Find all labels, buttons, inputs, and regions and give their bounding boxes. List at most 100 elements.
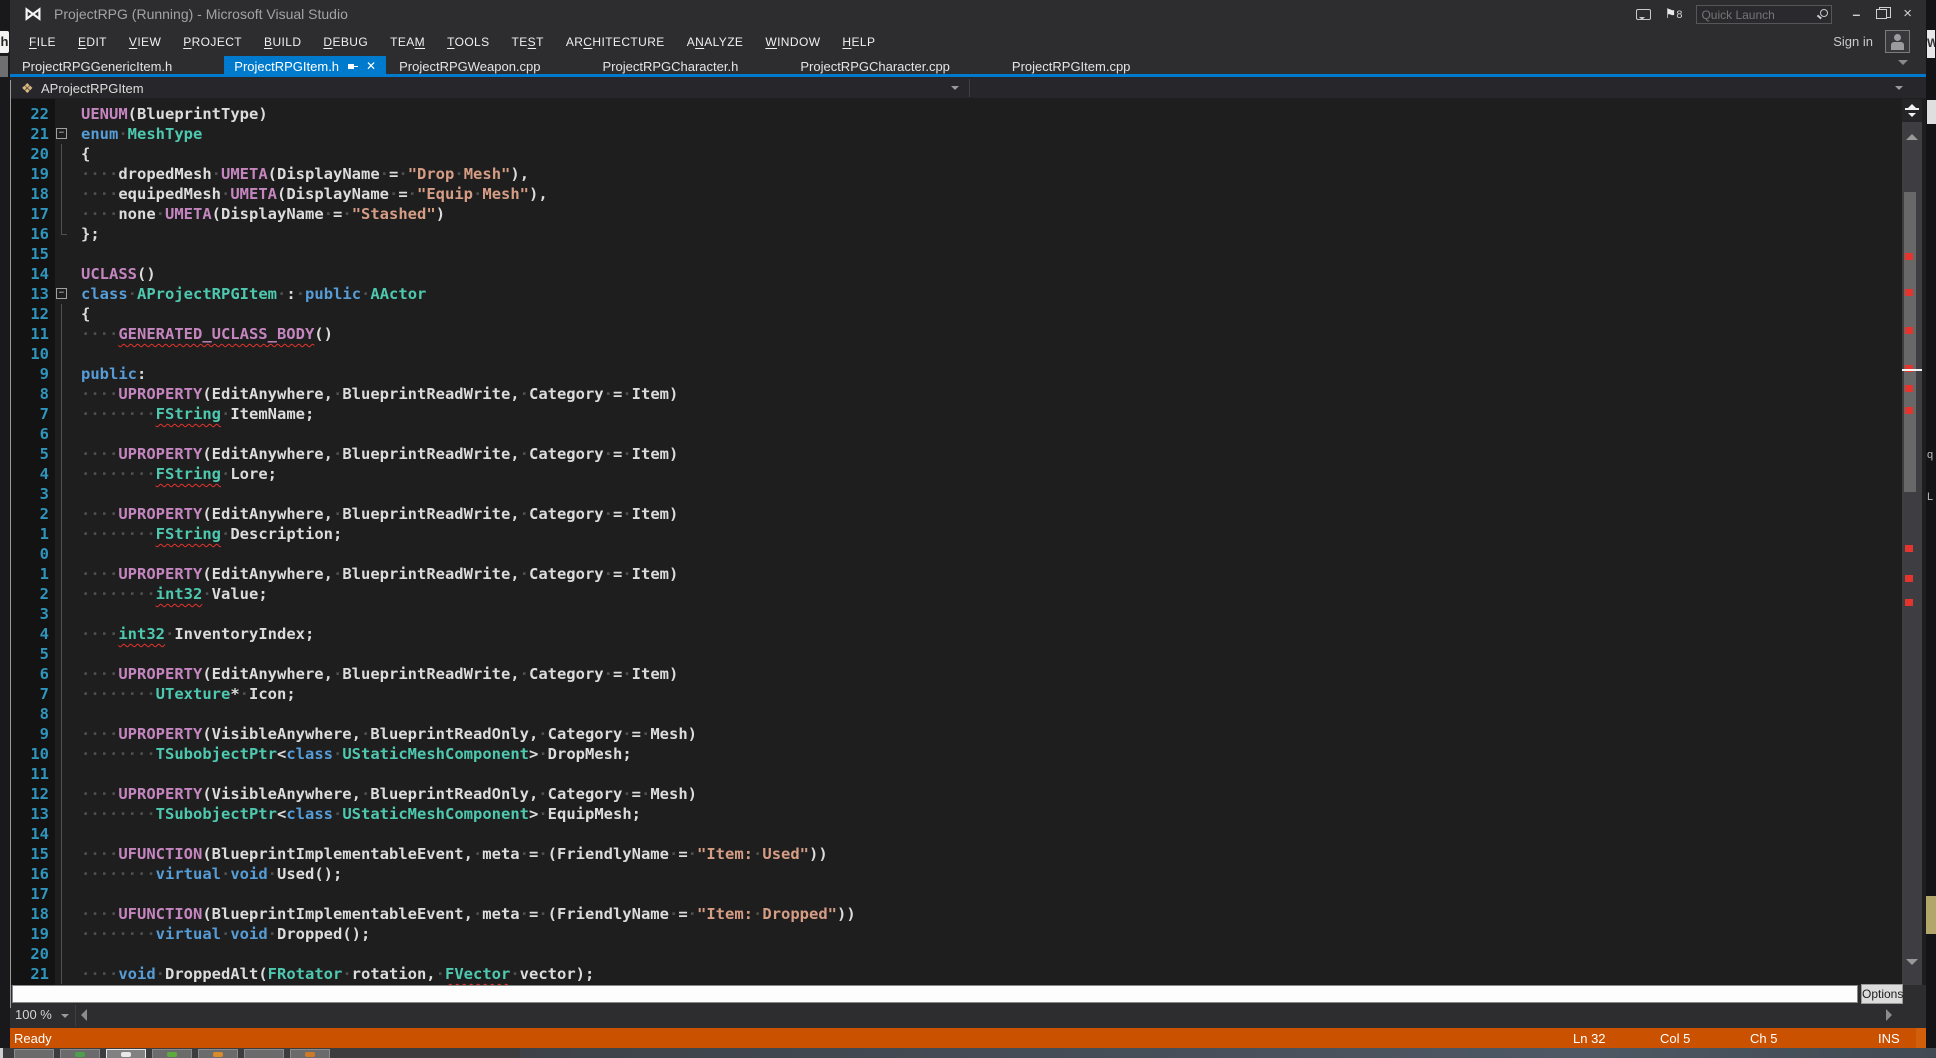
- menu-edit[interactable]: EDIT: [67, 28, 118, 56]
- code-line[interactable]: 17····none·UMETA(DisplayName·=·"Stashed"…: [11, 204, 1926, 224]
- menu-window[interactable]: WINDOW: [754, 28, 831, 56]
- code-line[interactable]: 18····UFUNCTION(BlueprintImplementableEv…: [11, 904, 1926, 924]
- restore-button[interactable]: [1876, 9, 1887, 19]
- menu-view[interactable]: VIEW: [118, 28, 172, 56]
- menu-test[interactable]: TEST: [501, 28, 555, 56]
- feedback-icon[interactable]: [1636, 9, 1651, 20]
- scroll-down-arrow-icon[interactable]: [1906, 959, 1918, 971]
- class-dropdown-chevron-icon[interactable]: [951, 86, 959, 94]
- code-line[interactable]: 13−class·AProjectRPGItem·:·public·AActor: [11, 284, 1926, 304]
- code-line[interactable]: 11: [11, 764, 1926, 784]
- code-line[interactable]: 19····dropedMesh·UMETA(DisplayName·=·"Dr…: [11, 164, 1926, 184]
- close-button[interactable]: ×: [1903, 7, 1912, 21]
- user-avatar[interactable]: [1885, 30, 1910, 53]
- code-line[interactable]: 3: [11, 484, 1926, 504]
- menu-tools[interactable]: TOOLS: [436, 28, 500, 56]
- code-line[interactable]: 16};: [11, 224, 1926, 244]
- code-line[interactable]: 20{: [11, 144, 1926, 164]
- code-line[interactable]: 5····UPROPERTY(EditAnywhere,·BlueprintRe…: [11, 444, 1926, 464]
- tab-projectrpgweapon-cpp[interactable]: ProjectRPGWeapon.cpp: [389, 56, 550, 76]
- code-line[interactable]: 19········virtual·void·Dropped();: [11, 924, 1926, 944]
- code-line[interactable]: 2········int32·Value;: [11, 584, 1926, 604]
- taskbar-app-icon[interactable]: [106, 1049, 146, 1058]
- code-line[interactable]: 14UCLASS(): [11, 264, 1926, 284]
- tab-overflow-chevron-icon[interactable]: [1898, 60, 1908, 70]
- code-editor[interactable]: 22UENUM(BlueprintType)21−enum·MeshType20…: [11, 99, 1926, 985]
- scrollbar-thumb[interactable]: [1904, 192, 1916, 492]
- taskbar-app-icon[interactable]: [244, 1049, 284, 1058]
- vertical-scrollbar[interactable]: [1902, 96, 1922, 985]
- code-line[interactable]: 11····GENERATED_UCLASS_BODY(): [11, 324, 1926, 344]
- quick-launch-input[interactable]: [1697, 6, 1809, 23]
- editor-zoom-control[interactable]: 100 %: [15, 1007, 52, 1022]
- tab-projectrpgcharacter-h[interactable]: ProjectRPGCharacter.h: [593, 56, 749, 76]
- scroll-right-arrow-icon[interactable]: [1886, 1009, 1892, 1021]
- code-line[interactable]: 2····UPROPERTY(EditAnywhere,·BlueprintRe…: [11, 504, 1926, 524]
- code-line[interactable]: 4····int32·InventoryIndex;: [11, 624, 1926, 644]
- pin-icon[interactable]: [347, 61, 358, 72]
- tab-projectrpgitem-h[interactable]: ProjectRPGItem.h✕: [224, 56, 386, 76]
- class-dropdown[interactable]: AProjectRPGItem: [41, 81, 144, 96]
- code-line[interactable]: 12{: [11, 304, 1926, 324]
- menu-help[interactable]: HELP: [831, 28, 886, 56]
- code-line[interactable]: 15····UFUNCTION(BlueprintImplementableEv…: [11, 844, 1926, 864]
- code-line[interactable]: 20: [11, 944, 1926, 964]
- code-line[interactable]: 10: [11, 344, 1926, 364]
- tab-projectrpgcharacter-cpp[interactable]: ProjectRPGCharacter.cpp: [790, 56, 960, 76]
- tab-projectrpggenericitem-h[interactable]: ProjectRPGGenericItem.h: [12, 56, 182, 76]
- code-line[interactable]: 8····UPROPERTY(EditAnywhere,·BlueprintRe…: [11, 384, 1926, 404]
- code-line[interactable]: 1········FString·Description;: [11, 524, 1926, 544]
- menu-team[interactable]: TEAM: [379, 28, 436, 56]
- menu-architecture[interactable]: ARCHITECTURE: [555, 28, 676, 56]
- code-line[interactable]: 21−enum·MeshType: [11, 124, 1926, 144]
- find-input[interactable]: [13, 987, 1857, 1003]
- menu-build[interactable]: BUILD: [253, 28, 312, 56]
- scroll-up-arrow-icon[interactable]: [1906, 128, 1918, 140]
- code-line[interactable]: 7········UTexture*·Icon;: [11, 684, 1926, 704]
- code-line[interactable]: 0: [11, 544, 1926, 564]
- code-line[interactable]: 7········FString·ItemName;: [11, 404, 1926, 424]
- menu-analyze[interactable]: ANALYZE: [676, 28, 755, 56]
- code-line[interactable]: 22UENUM(BlueprintType): [11, 104, 1926, 124]
- taskbar-app-icon[interactable]: [290, 1049, 330, 1058]
- code-line[interactable]: 9····UPROPERTY(VisibleAnywhere,·Blueprin…: [11, 724, 1926, 744]
- code-line[interactable]: 3: [11, 604, 1926, 624]
- code-line[interactable]: 18····equipedMesh·UMETA(DisplayName·=·"E…: [11, 184, 1926, 204]
- code-line[interactable]: 5: [11, 644, 1926, 664]
- code-line[interactable]: 14: [11, 824, 1926, 844]
- code-line[interactable]: 6: [11, 424, 1926, 444]
- code-line[interactable]: 6····UPROPERTY(EditAnywhere,·BlueprintRe…: [11, 664, 1926, 684]
- code-line[interactable]: 16········virtual·void·Used();: [11, 864, 1926, 884]
- taskbar-app-icon[interactable]: [14, 1049, 54, 1058]
- code-line[interactable]: 12····UPROPERTY(VisibleAnywhere,·Bluepri…: [11, 784, 1926, 804]
- code-line[interactable]: 9public:: [11, 364, 1926, 384]
- code-line[interactable]: 21····void·DroppedAlt(FRotator·rotation,…: [11, 964, 1926, 984]
- collapse-region-icon[interactable]: −: [56, 288, 67, 299]
- notifications-flag-icon[interactable]: ⚑8: [1665, 6, 1683, 22]
- close-tab-icon[interactable]: ✕: [366, 60, 376, 72]
- options-button[interactable]: Options: [1861, 984, 1903, 1004]
- menu-project[interactable]: PROJECT: [172, 28, 253, 56]
- sign-in-link[interactable]: Sign in: [1833, 34, 1873, 49]
- collapse-region-icon[interactable]: −: [56, 128, 67, 139]
- menu-debug[interactable]: DEBUG: [312, 28, 379, 56]
- taskbar-app-icon[interactable]: [152, 1049, 192, 1058]
- code-line[interactable]: 15: [11, 244, 1926, 264]
- code-line[interactable]: 8: [11, 704, 1926, 724]
- scroll-left-arrow-icon[interactable]: [81, 1009, 87, 1021]
- editor-split-handle-icon[interactable]: [1902, 96, 1922, 122]
- menu-file[interactable]: FILE: [18, 28, 67, 56]
- code-line[interactable]: 10········TSubobjectPtr<class·UStaticMes…: [11, 744, 1926, 764]
- code-line[interactable]: 17: [11, 884, 1926, 904]
- minimize-button[interactable]: –: [1852, 7, 1860, 21]
- tab-projectrpgitem-cpp[interactable]: ProjectRPGItem.cpp: [1002, 56, 1141, 76]
- taskbar-app-icon[interactable]: [60, 1049, 100, 1058]
- taskbar-app-icon[interactable]: [198, 1049, 238, 1058]
- zoom-dropdown-chevron-icon[interactable]: [61, 1014, 69, 1022]
- find-input-bar[interactable]: [12, 985, 1858, 1003]
- code-line[interactable]: 1····UPROPERTY(EditAnywhere,·BlueprintRe…: [11, 564, 1926, 584]
- code-line[interactable]: 13········TSubobjectPtr<class·UStaticMes…: [11, 804, 1926, 824]
- member-dropdown-chevron-icon[interactable]: [1895, 86, 1903, 94]
- code-line[interactable]: 4········FString·Lore;: [11, 464, 1926, 484]
- quick-launch-box[interactable]: [1696, 5, 1832, 24]
